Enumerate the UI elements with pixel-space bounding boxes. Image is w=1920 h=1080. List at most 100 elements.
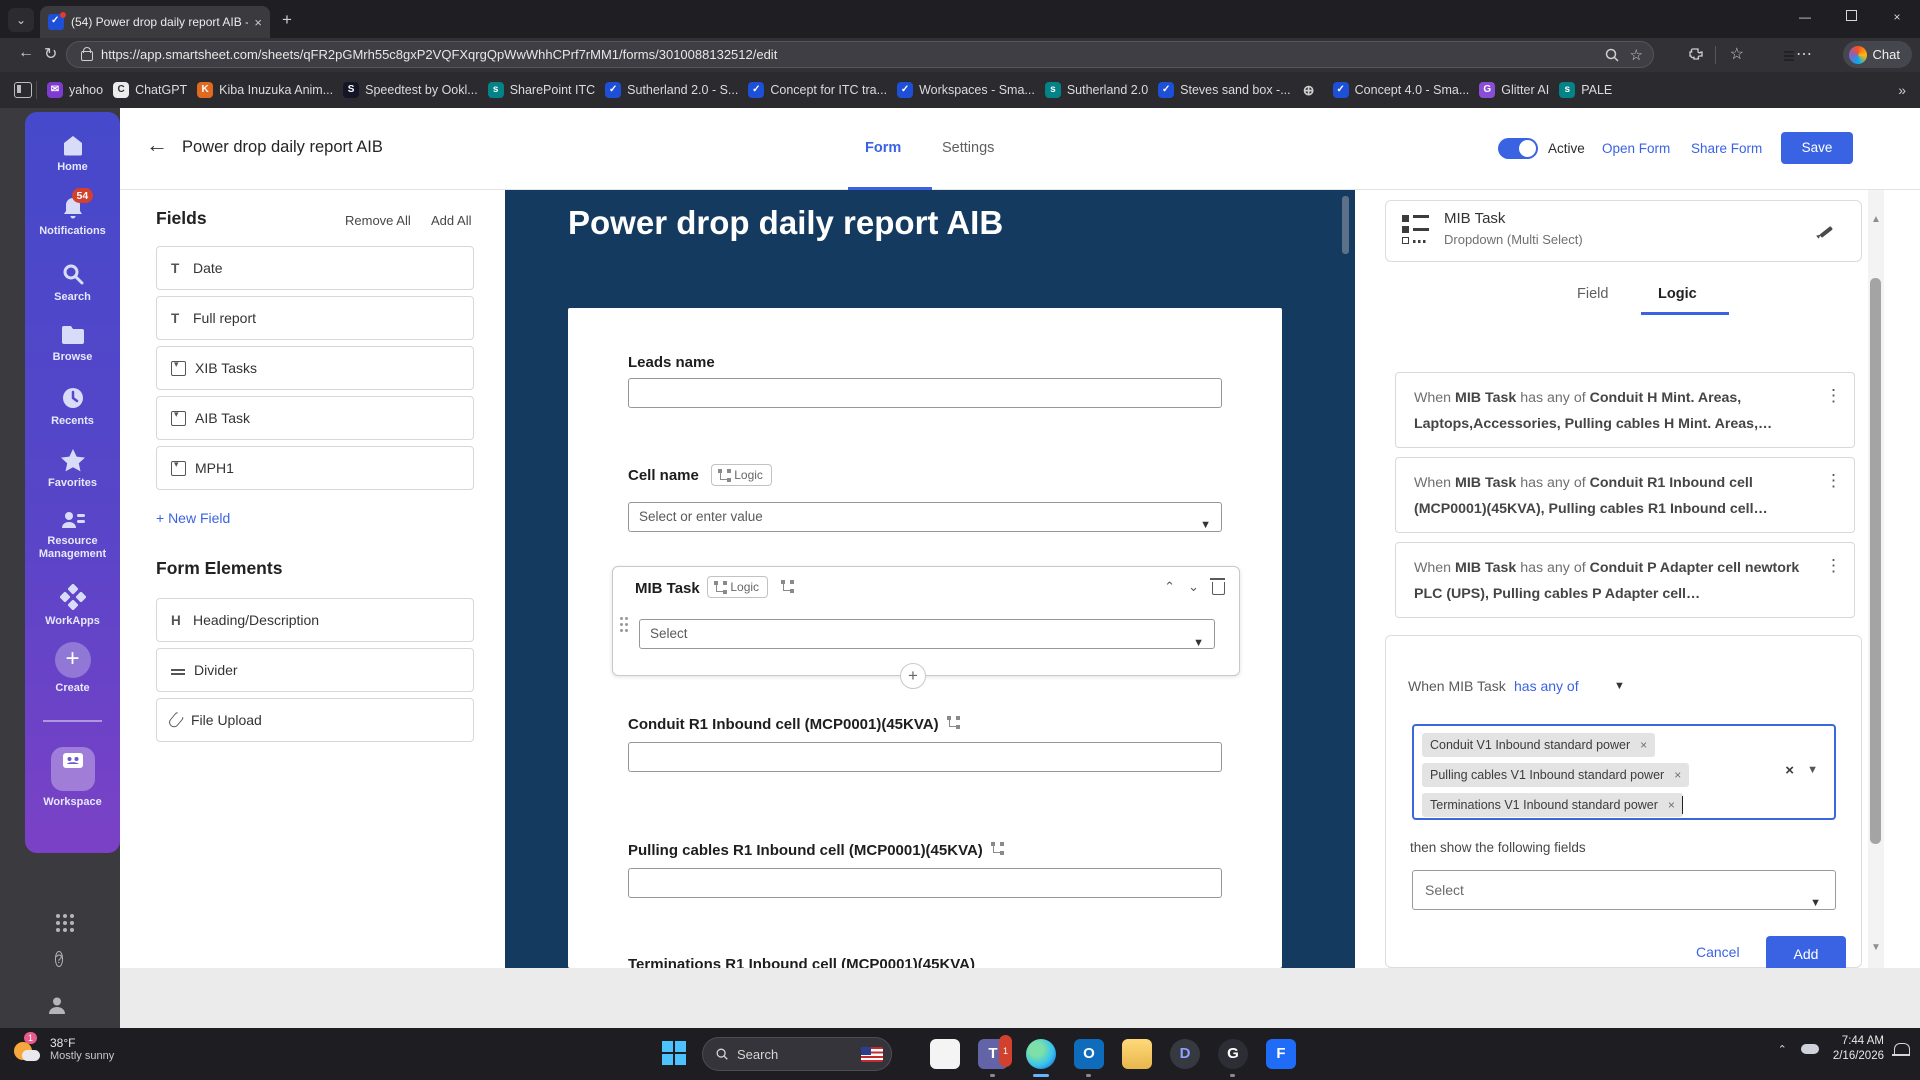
- favorites-bar-icon[interactable]: ☆: [1730, 44, 1744, 64]
- move-down-icon[interactable]: ⌄: [1188, 579, 1199, 595]
- scroll-up-icon[interactable]: ▲: [1871, 214, 1881, 225]
- tab-field[interactable]: Field: [1577, 286, 1608, 302]
- leads-name-input[interactable]: [628, 378, 1222, 408]
- drag-handle[interactable]: [620, 617, 623, 620]
- discord-app-icon[interactable]: D: [1170, 1039, 1200, 1069]
- bookmark-globe-icon[interactable]: ⊕: [1301, 82, 1323, 98]
- side-panel-icon[interactable]: [14, 82, 32, 98]
- bookmark-speedtest[interactable]: S Speedtest by Ookl...: [343, 82, 478, 98]
- sidebar-item-notifications[interactable]: 54 Notifications: [25, 188, 120, 238]
- bookmark-sutherland-20-s[interactable]: ✓ Sutherland 2.0 - S...: [605, 82, 738, 98]
- f-app-icon[interactable]: F: [1266, 1039, 1296, 1069]
- chip-remove-icon[interactable]: ×: [1640, 738, 1647, 752]
- share-form-link[interactable]: Share Form: [1691, 141, 1762, 156]
- edit-pencil-icon[interactable]: [1817, 221, 1833, 237]
- field-item-mph1[interactable]: MPH1: [156, 446, 474, 490]
- sidebar-item-workspace[interactable]: Workspace: [25, 738, 120, 809]
- bookmark-sharepoint-itc[interactable]: s SharePoint ITC: [487, 82, 595, 98]
- outlook-app-icon[interactable]: O: [1074, 1039, 1104, 1069]
- preview-scrollbar[interactable]: [1342, 196, 1349, 254]
- file-explorer-icon[interactable]: [1122, 1039, 1152, 1069]
- bookmark-glitter-ai[interactable]: G Glitter AI: [1479, 82, 1549, 98]
- sidebar-item-browse[interactable]: Browse: [25, 324, 120, 364]
- sidebar-item-recents[interactable]: Recents: [25, 386, 120, 428]
- bookmark-steves-sandbox[interactable]: ✓ Steves sand box -...: [1158, 82, 1291, 98]
- field-item-date[interactable]: T Date: [156, 246, 474, 290]
- bookmark-concept-itc[interactable]: ✓ Concept for ITC tra...: [748, 82, 887, 98]
- bookmarks-overflow-icon[interactable]: »: [1898, 82, 1906, 98]
- tab-search-button[interactable]: ⌄: [8, 8, 34, 32]
- new-tab-button[interactable]: +: [282, 10, 292, 30]
- pulling-input[interactable]: [628, 868, 1222, 898]
- sidebar-item-home[interactable]: Home: [25, 134, 120, 174]
- move-up-icon[interactable]: ⌃: [1164, 579, 1175, 595]
- tab-settings[interactable]: Settings: [942, 140, 994, 156]
- browser-tab[interactable]: (54) Power drop daily report AIB - S ×: [40, 6, 270, 38]
- favorite-star-icon[interactable]: ☆: [1630, 46, 1643, 64]
- kebab-menu-icon[interactable]: ⋮: [1825, 383, 1842, 409]
- element-item-file-upload[interactable]: File Upload: [156, 698, 474, 742]
- new-field-button[interactable]: + New Field: [156, 510, 230, 526]
- account-icon[interactable]: [46, 994, 72, 1020]
- field-item-full-report[interactable]: T Full report: [156, 296, 474, 340]
- taskbar-search[interactable]: Search: [702, 1037, 892, 1071]
- conduit-input[interactable]: [628, 742, 1222, 772]
- element-item-divider[interactable]: Divider: [156, 648, 474, 692]
- widgets-app-icon[interactable]: [930, 1039, 960, 1069]
- clear-all-icon[interactable]: ×: [1785, 762, 1794, 779]
- sidebar-item-create[interactable]: + Create: [25, 642, 120, 695]
- tray-chevron-icon[interactable]: ⌃: [1778, 1043, 1787, 1056]
- field-item-aib-task[interactable]: AIB Task: [156, 396, 474, 440]
- add-button[interactable]: Add: [1766, 936, 1846, 972]
- scroll-down-icon[interactable]: ▼: [1871, 942, 1881, 953]
- values-multiselect[interactable]: Conduit V1 Inbound standard power × Pulli…: [1412, 724, 1836, 820]
- remove-all-button[interactable]: Remove All: [345, 213, 411, 228]
- active-toggle[interactable]: [1498, 138, 1538, 159]
- bookmark-kiba[interactable]: K Kiba Inuzuka Anim...: [197, 82, 333, 98]
- add-all-button[interactable]: Add All: [431, 213, 471, 228]
- copilot-chat-button[interactable]: Chat: [1842, 41, 1912, 68]
- refresh-icon[interactable]: ↻: [44, 44, 57, 64]
- window-maximize-button[interactable]: [1828, 0, 1874, 34]
- mib-task-select[interactable]: Select ▼: [639, 619, 1215, 649]
- kebab-menu-icon[interactable]: ⋮: [1825, 468, 1842, 494]
- tab-close-icon[interactable]: ×: [254, 15, 262, 30]
- open-form-link[interactable]: Open Form: [1602, 141, 1670, 156]
- value-chip[interactable]: Terminations V1 Inbound standard power ×: [1422, 793, 1683, 817]
- field-item-xib-tasks[interactable]: XIB Tasks: [156, 346, 474, 390]
- g-app-icon[interactable]: G: [1218, 1039, 1248, 1069]
- edge-app-icon[interactable]: [1026, 1039, 1056, 1069]
- sidebar-item-search[interactable]: Search: [25, 262, 120, 304]
- weather-widget[interactable]: 1 38°F Mostly sunny: [12, 1032, 114, 1064]
- selected-field-card[interactable]: MIB Task Logic ⌃ ⌄ Select ▼: [612, 566, 1240, 676]
- bookmark-sutherland-20[interactable]: s Sutherland 2.0: [1044, 82, 1148, 98]
- value-chip[interactable]: Conduit V1 Inbound standard power ×: [1422, 733, 1656, 757]
- browser-menu-icon[interactable]: ⋯: [1796, 44, 1812, 64]
- tab-logic[interactable]: Logic: [1658, 286, 1697, 302]
- logic-rule-3[interactable]: When MIB Task has any of Conduit P Adapt…: [1395, 542, 1855, 618]
- fields-to-show-select[interactable]: Select ▼: [1412, 870, 1836, 910]
- logic-rule-2[interactable]: When MIB Task has any of Conduit R1 Inbo…: [1395, 457, 1855, 533]
- sidebar-item-favorites[interactable]: Favorites: [25, 448, 120, 490]
- address-bar[interactable]: https://app.smartsheet.com/sheets/qFR2pG…: [66, 41, 1654, 68]
- bookmark-yahoo[interactable]: ✉ yahoo: [47, 82, 103, 98]
- element-item-heading[interactable]: H Heading/Description: [156, 598, 474, 642]
- help-icon[interactable]: ?: [46, 950, 72, 976]
- cancel-button[interactable]: Cancel: [1696, 944, 1740, 960]
- taskbar-clock[interactable]: 7:44 AM 2/16/2026: [1833, 1034, 1884, 1064]
- bookmark-concept-40[interactable]: ✓ Concept 4.0 - Sma...: [1332, 82, 1469, 98]
- window-close-button[interactable]: ×: [1874, 0, 1920, 34]
- bookmark-pale[interactable]: s PALE: [1559, 82, 1612, 98]
- notifications-bell-icon[interactable]: [1892, 1042, 1910, 1056]
- logic-rule-1[interactable]: When MIB Task has any of Conduit H Mint.…: [1395, 372, 1855, 448]
- window-minimize-button[interactable]: —: [1782, 0, 1828, 34]
- logic-chip[interactable]: Logic: [707, 576, 769, 598]
- zoom-page-icon[interactable]: [1604, 47, 1620, 63]
- extensions-puzzle-icon[interactable]: [1688, 47, 1704, 63]
- back-button[interactable]: ←: [146, 132, 168, 158]
- trash-icon[interactable]: [1210, 578, 1225, 598]
- add-field-here-button[interactable]: +: [900, 663, 926, 689]
- bookmark-chatgpt[interactable]: C ChatGPT: [113, 82, 187, 98]
- chip-remove-icon[interactable]: ×: [1668, 798, 1675, 812]
- start-button[interactable]: [662, 1041, 688, 1067]
